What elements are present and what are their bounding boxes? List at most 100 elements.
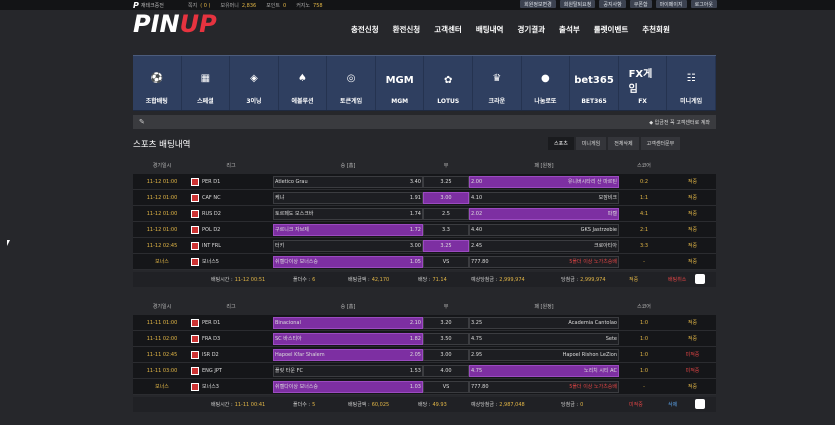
away-odds: 4.10 — [471, 194, 483, 201]
away-odds: 3.25 — [471, 319, 483, 326]
league-name: FRA D3 — [202, 335, 221, 342]
coupon-button[interactable]: 쿠폰함 — [629, 0, 652, 8]
logout-button[interactable]: 로그아웃 — [690, 0, 717, 8]
game-label: BET365 — [581, 98, 607, 105]
game-4[interactable]: ◎ 토큰게임 — [327, 56, 376, 110]
game-label: MGM — [391, 98, 409, 105]
nav-results[interactable]: 경기결과 — [517, 24, 545, 35]
nav-withdraw[interactable]: 환전신청 — [393, 24, 421, 35]
game-6[interactable]: ✿ LOTUS — [424, 56, 474, 110]
site-logo[interactable]: PIN UP — [133, 10, 217, 38]
bet-time-value: 11-11 00:41 — [234, 402, 266, 408]
match-date: 보너스 — [155, 259, 169, 265]
game-3[interactable]: ♠ 에볼루션 — [279, 56, 328, 110]
away-team: Sete — [605, 335, 617, 342]
home-odds: 2.05 — [409, 351, 421, 358]
home-team: Binacional — [275, 319, 301, 326]
delete-all-button[interactable]: 전체삭제 — [608, 137, 639, 150]
slip-status: 적중 — [629, 277, 639, 283]
flag-icon — [191, 366, 199, 375]
match-date: 11-12 01:00 — [146, 178, 178, 185]
league-name: 보너스5 — [202, 259, 219, 265]
game-2[interactable]: ◈ 3이닝 — [230, 56, 279, 110]
away-odds: 2.45 — [471, 242, 483, 249]
nav-deposit[interactable]: 충전신청 — [351, 24, 379, 35]
league-name: RUS D2 — [202, 210, 221, 217]
history-tabs: 스포츠 미니게임 전체삭제 고객센터문부 — [548, 137, 681, 150]
withdraw-member-button[interactable]: 회원탈퇴요청 — [559, 0, 596, 8]
match-date: 보너스 — [155, 384, 169, 390]
slip-checkbox[interactable] — [695, 274, 705, 284]
flag-icon — [191, 350, 199, 359]
league-name: PER D1 — [202, 319, 221, 326]
game-5[interactable]: MGM MGM — [376, 56, 425, 110]
game-label: LOTUS — [437, 98, 460, 105]
game-label: 나눔로또 — [534, 98, 557, 105]
total-odds: 배당 :49.93 — [418, 401, 447, 408]
bet-amount-label: 배팅금액 : — [348, 402, 370, 408]
game-9[interactable]: bet365 BET365 — [570, 56, 619, 110]
nav-support[interactable]: 고객센터 — [434, 24, 462, 35]
home-team: 쉬켈다이상 보너스승 — [275, 259, 318, 265]
cancel-button[interactable]: 삭제 — [668, 401, 677, 408]
folder-count-value: 6 — [312, 277, 316, 283]
column-header: 승 [홈] — [340, 303, 356, 310]
game-label: 에볼루션 — [291, 98, 314, 105]
small-logo[interactable]: P 재테크중전 — [133, 0, 164, 10]
notice-bar: ✎ ◆ 입금전 꼭 고객센터로 계좌 — [133, 115, 716, 129]
slip-checkbox[interactable] — [695, 399, 705, 409]
nav-attendance[interactable]: 출석부 — [559, 24, 580, 35]
nav-referral[interactable]: 추천회원 — [642, 24, 670, 35]
notice-button[interactable]: 공지사항 — [599, 0, 626, 8]
result-badge: 적중 — [687, 336, 698, 342]
small-logo-mark: P — [133, 0, 139, 10]
league: PER D1 — [191, 315, 271, 330]
expected-win-label: 예상당첨금 : — [471, 402, 498, 408]
flag-icon — [191, 257, 199, 266]
game-8[interactable]: ● 나눔로또 — [522, 56, 571, 110]
game-10[interactable]: FX게임 FX — [619, 56, 668, 110]
folder-count: 폴더수 :5 — [293, 401, 315, 408]
game-label: 토큰게임 — [340, 98, 363, 105]
nav-bet-history[interactable]: 배팅내역 — [476, 24, 504, 35]
table-row: 11-11 01:00 PER D1 Binacional 2.10 3.20 3.25 A… — [133, 315, 716, 331]
league: FRA D3 — [191, 331, 271, 346]
stat-messages[interactable]: 쪽지( 0 ) — [188, 2, 210, 9]
user-stats: 쪽지( 0 ) 보유머니 2,836 포인트 0 커지노 758 — [188, 0, 323, 10]
table-header: 경기일시 리그 승 [홈] 무 패 [원정] 스코어 — [133, 301, 716, 311]
away-odds: 777.80 — [471, 383, 489, 390]
nav-roulette[interactable]: 룰렛이벤트 — [594, 24, 629, 35]
game-label: 미니게임 — [680, 98, 703, 105]
table-row: 11-12 01:00 CAF NC 케냐 1.91 3.00 4.10 모잠비크 1:1 적중 — [133, 190, 716, 206]
game-label: 크라운 — [488, 98, 506, 105]
home-team: Atletico Grau — [275, 178, 308, 185]
bet-amount: 배팅금액 :60,025 — [348, 401, 389, 408]
bet-time-label: 배팅시간 : — [211, 402, 233, 408]
league-name: ENG JPT — [202, 367, 222, 374]
cancel-button[interactable]: 배팅취소 — [668, 276, 686, 283]
game-0[interactable]: ⚽ 조합배팅 — [133, 56, 182, 110]
tab-minigame[interactable]: 미니게임 — [575, 137, 607, 150]
game-label: FX — [638, 98, 647, 105]
column-header: 경기일시 — [152, 162, 172, 169]
game-7[interactable]: ♛ 크라운 — [473, 56, 522, 110]
game-11[interactable]: ☷ 미니게임 — [667, 56, 716, 110]
table-row: 11-12 01:00 RUS D2 토르페도 모스크바 1.74 2.5 2.02 파켈 4… — [133, 206, 716, 222]
draw-odds: VS — [442, 383, 450, 390]
column-header: 패 [원정] — [534, 162, 554, 169]
table-row: 보너스 보너스5 쉬켈다이상 보너스승 1.05 VS 777.80 5폴더 이상 노가츠승… — [133, 254, 716, 270]
stat-money: 보유머니 2,836 — [220, 2, 257, 9]
total-odds-value: 71.14 — [432, 277, 447, 283]
draw-odds: 3.3 — [442, 226, 450, 233]
win-amount-value: 2,999,974 — [580, 277, 606, 283]
tab-sports[interactable]: 스포츠 — [548, 137, 574, 150]
match-date: 11-12 01:00 — [146, 226, 178, 233]
expected-win: 예상당첨금 :2,999,974 — [471, 276, 525, 283]
tab-support-inquiry[interactable]: 고객센터문부 — [640, 137, 681, 150]
mypage-button[interactable]: 마이페이지 — [655, 0, 687, 8]
profile-edit-button[interactable]: 회원정보변경 — [520, 0, 556, 8]
home-odds: 1.72 — [409, 226, 421, 233]
league: ISR D2 — [191, 347, 271, 362]
game-1[interactable]: ▦ 스페셜 — [182, 56, 231, 110]
calendar-ball-icon: ▦ — [200, 72, 211, 84]
